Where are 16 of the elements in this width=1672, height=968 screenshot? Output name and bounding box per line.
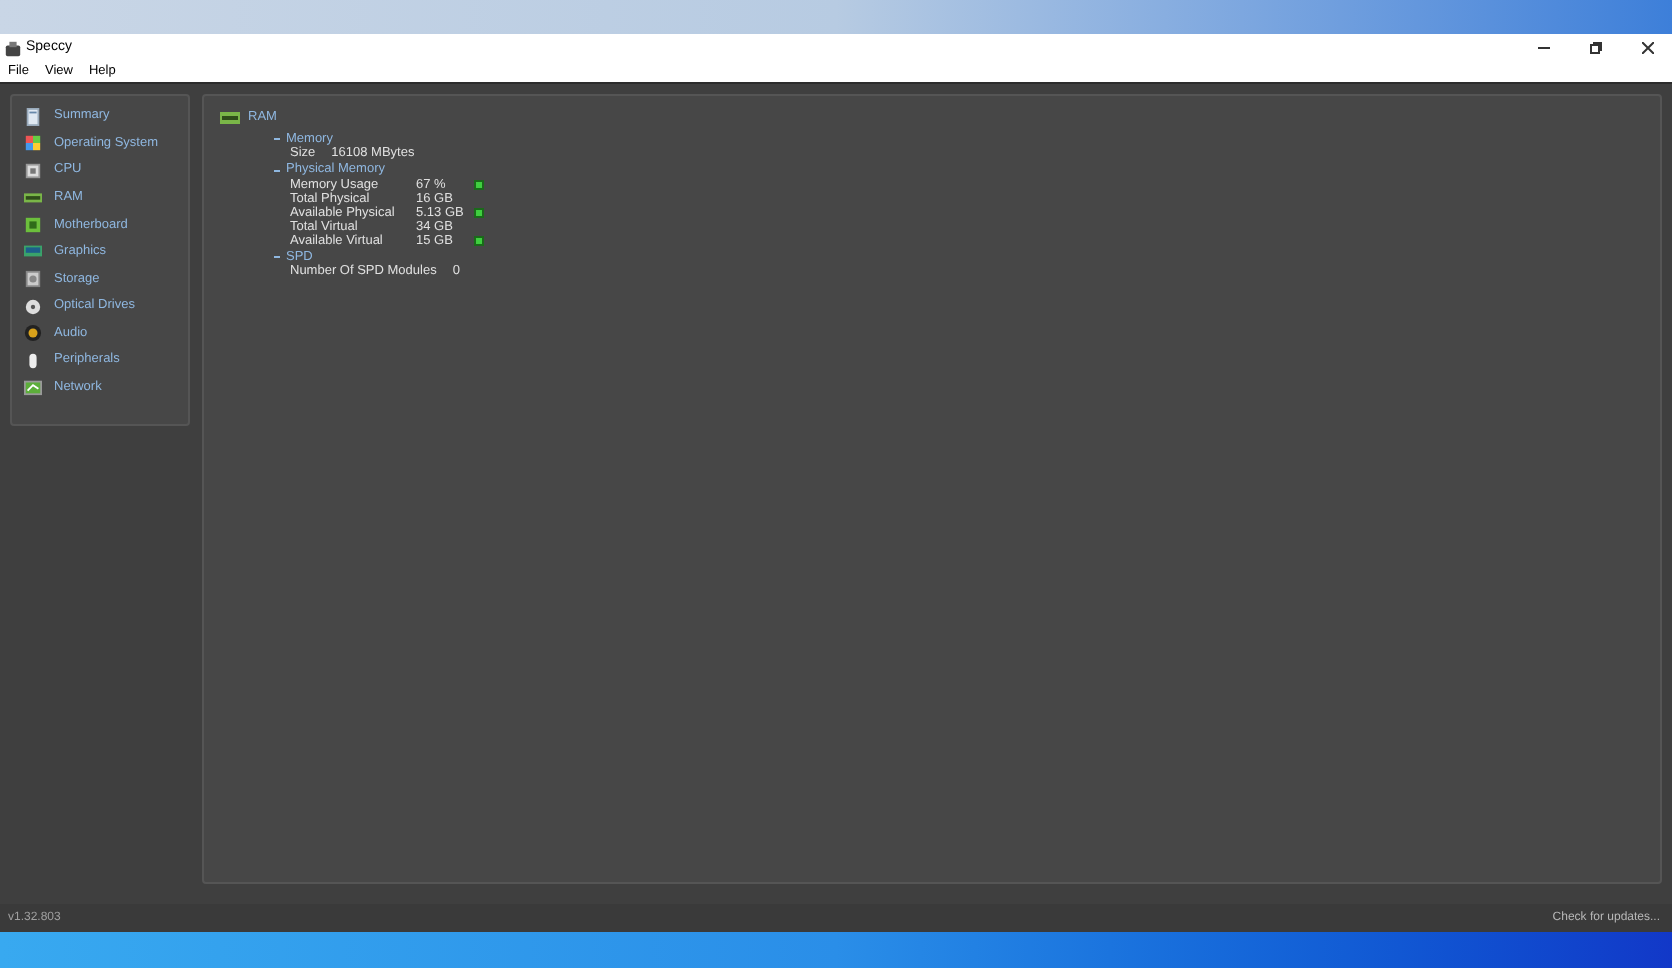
circuit-board-icon (24, 215, 42, 234)
mouse-icon (24, 351, 42, 370)
disc-icon (24, 297, 42, 316)
monitor-icon (24, 242, 42, 261)
speaker-icon (24, 324, 42, 343)
minimize-icon[interactable] (1538, 42, 1550, 54)
restore-icon[interactable] (1590, 42, 1602, 54)
memory-icon (220, 111, 240, 124)
document-icon (24, 107, 42, 125)
close-icon[interactable] (1642, 42, 1654, 54)
chip-icon (24, 161, 42, 180)
memory-icon (24, 188, 42, 207)
windows-logo-icon (24, 134, 42, 153)
hard-drive-icon (24, 270, 42, 289)
app-icon (4, 39, 22, 57)
network-icon (24, 378, 42, 397)
